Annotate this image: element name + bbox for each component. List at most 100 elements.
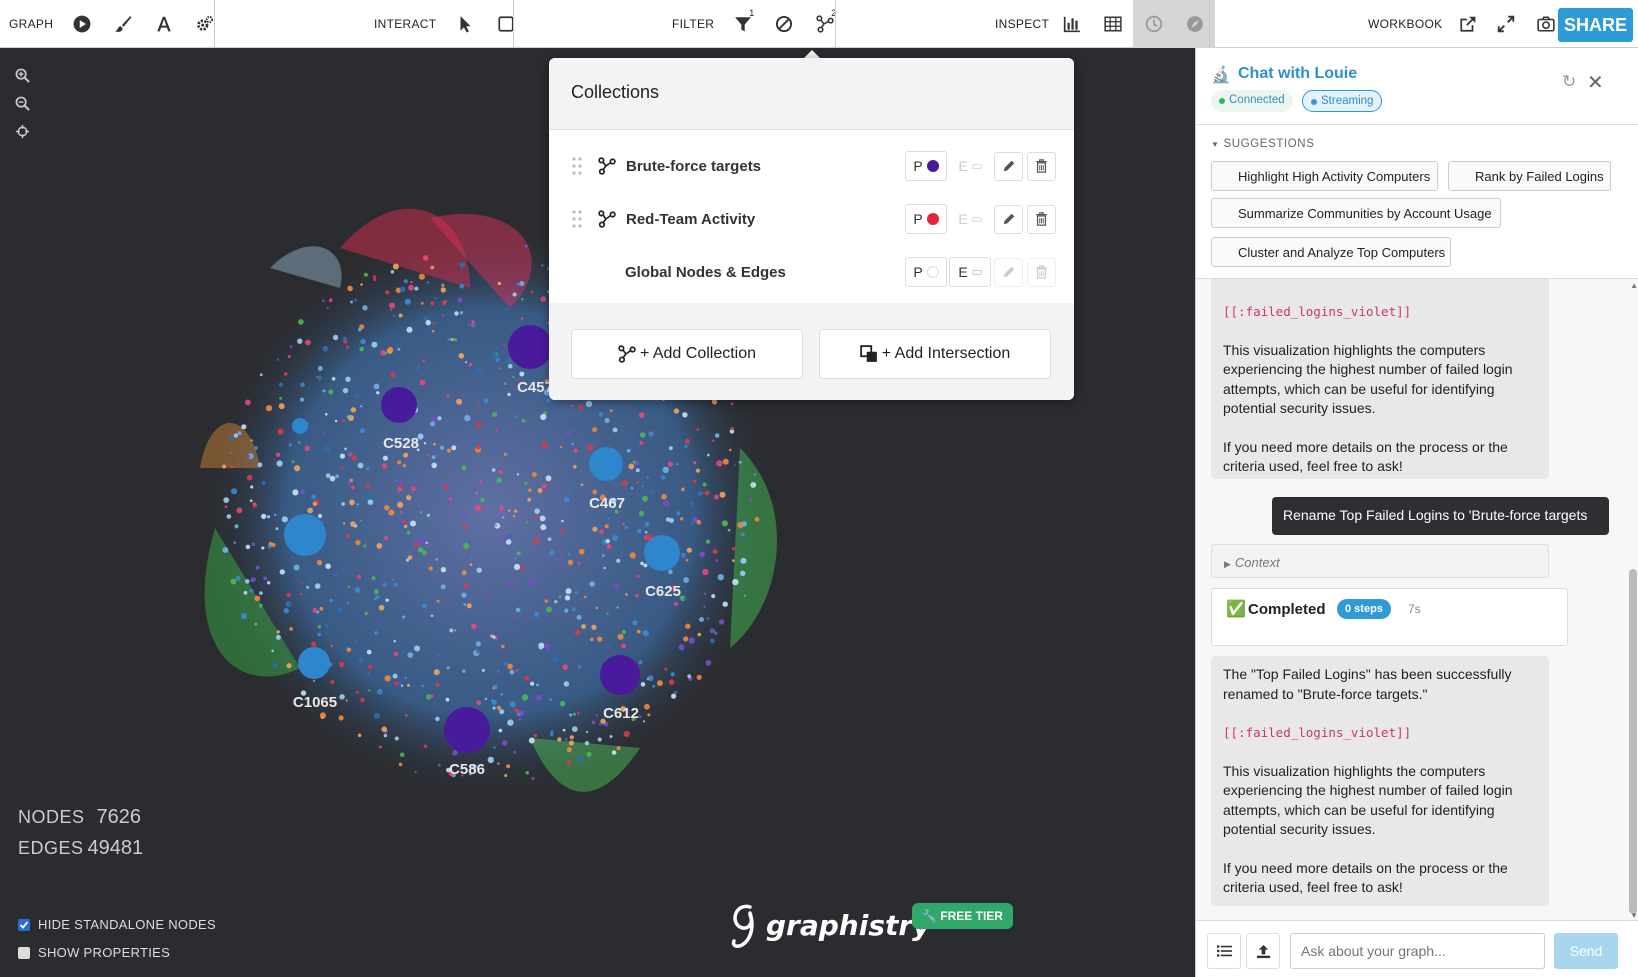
graph-small-node[interactable] bbox=[597, 636, 603, 642]
graph-small-node[interactable] bbox=[397, 347, 401, 351]
graph-small-node[interactable] bbox=[454, 311, 459, 316]
graph-small-node[interactable] bbox=[307, 507, 313, 514]
graph-small-node[interactable] bbox=[635, 468, 640, 473]
graph-small-node[interactable] bbox=[714, 433, 720, 438]
graph-small-node[interactable] bbox=[509, 669, 515, 675]
graph-node-c1065[interactable] bbox=[298, 647, 330, 679]
show-properties-checkbox[interactable]: SHOW PROPERTIES bbox=[18, 945, 170, 960]
graph-small-node[interactable] bbox=[381, 463, 388, 469]
graph-small-node[interactable] bbox=[597, 737, 602, 742]
graph-small-node[interactable] bbox=[753, 473, 757, 477]
graph-small-node[interactable] bbox=[500, 505, 504, 510]
graph-small-node[interactable] bbox=[263, 576, 268, 581]
graph-small-node[interactable] bbox=[496, 477, 502, 483]
graph-small-node[interactable] bbox=[487, 756, 494, 764]
graph-small-node[interactable] bbox=[454, 629, 457, 632]
graph-small-node[interactable] bbox=[356, 690, 359, 694]
graph-small-node[interactable] bbox=[474, 505, 481, 512]
graph-small-node[interactable] bbox=[644, 531, 648, 534]
graph-small-node[interactable] bbox=[368, 689, 371, 692]
graph-small-node[interactable] bbox=[562, 728, 566, 732]
graph-small-node[interactable] bbox=[366, 466, 370, 471]
graph-small-node[interactable] bbox=[571, 726, 578, 732]
graph-small-node[interactable] bbox=[265, 405, 273, 412]
graph-small-node[interactable] bbox=[344, 447, 347, 451]
table-button[interactable] bbox=[1092, 0, 1133, 48]
graph-small-node[interactable] bbox=[393, 640, 396, 643]
graph-small-node[interactable] bbox=[668, 446, 673, 451]
graph-small-node[interactable] bbox=[286, 663, 292, 669]
graph-small-node[interactable] bbox=[390, 270, 395, 274]
graph-small-node[interactable] bbox=[288, 443, 293, 447]
graph-small-node[interactable] bbox=[533, 537, 540, 544]
hide-standalone-checkbox[interactable]: HIDE STANDALONE NODES bbox=[18, 917, 216, 932]
graph-small-node[interactable] bbox=[546, 606, 552, 613]
graph-small-node[interactable] bbox=[486, 596, 489, 600]
graph-small-node[interactable] bbox=[641, 485, 644, 488]
graph-small-node[interactable] bbox=[540, 413, 547, 421]
graph-small-node[interactable] bbox=[272, 662, 278, 668]
graph-small-node[interactable] bbox=[249, 499, 253, 503]
history-button[interactable] bbox=[1207, 933, 1241, 969]
graph-small-node[interactable] bbox=[330, 644, 334, 648]
graph-small-node[interactable] bbox=[314, 583, 321, 589]
graph-small-node[interactable] bbox=[674, 601, 679, 607]
graph-small-node[interactable] bbox=[350, 300, 353, 304]
graph-small-node[interactable] bbox=[519, 565, 525, 570]
graph-small-node[interactable] bbox=[639, 519, 643, 523]
graph-small-node[interactable] bbox=[616, 746, 621, 751]
graph-small-node[interactable] bbox=[377, 688, 383, 695]
graph-small-node[interactable] bbox=[491, 468, 496, 472]
graph-node[interactable] bbox=[284, 514, 326, 556]
graph-small-node[interactable] bbox=[547, 537, 552, 541]
graph-small-node[interactable] bbox=[495, 346, 498, 350]
graph-small-node[interactable] bbox=[360, 283, 363, 286]
graph-small-node[interactable] bbox=[541, 483, 547, 489]
graph-small-node[interactable] bbox=[599, 529, 604, 534]
graph-small-node[interactable] bbox=[504, 662, 507, 666]
graph-small-node[interactable] bbox=[683, 577, 689, 583]
graph-small-node[interactable] bbox=[366, 649, 372, 655]
graph-small-node[interactable] bbox=[616, 558, 621, 563]
graph-small-node[interactable] bbox=[278, 403, 285, 410]
graph-small-node[interactable] bbox=[325, 412, 328, 416]
chat-input[interactable] bbox=[1290, 933, 1545, 969]
graph-small-node[interactable] bbox=[586, 730, 589, 734]
suggestion-button[interactable]: Highlight High Activity Computers bbox=[1211, 161, 1438, 191]
graph-small-node[interactable] bbox=[346, 647, 352, 653]
graph-small-node[interactable] bbox=[461, 570, 467, 576]
graph-small-node[interactable] bbox=[705, 659, 712, 666]
graph-small-node[interactable] bbox=[431, 455, 436, 460]
graph-small-node[interactable] bbox=[298, 319, 304, 325]
graph-small-node[interactable] bbox=[330, 680, 335, 684]
graph-small-node[interactable] bbox=[687, 674, 692, 679]
graph-small-node[interactable] bbox=[433, 442, 436, 446]
graph-small-node[interactable] bbox=[301, 582, 304, 584]
graph-small-node[interactable] bbox=[449, 628, 454, 633]
graph-small-node[interactable] bbox=[525, 771, 529, 775]
graph-node-c467[interactable] bbox=[589, 447, 623, 481]
graph-small-node[interactable] bbox=[573, 712, 576, 716]
graph-small-node[interactable] bbox=[458, 353, 465, 359]
graph-small-node[interactable] bbox=[392, 673, 398, 679]
graph-small-node[interactable] bbox=[682, 412, 688, 418]
graph-small-node[interactable] bbox=[571, 442, 574, 446]
graph-small-node[interactable] bbox=[347, 450, 352, 455]
graph-small-node[interactable] bbox=[576, 756, 583, 763]
graph-small-node[interactable] bbox=[699, 551, 706, 558]
graph-small-node[interactable] bbox=[709, 638, 715, 644]
collection-row-red-team[interactable]: Red-Team Activity P E bbox=[549, 194, 1074, 244]
graph-small-node[interactable] bbox=[507, 719, 514, 726]
graph-small-node[interactable] bbox=[515, 607, 521, 613]
graph-small-node[interactable] bbox=[683, 597, 687, 601]
graph-small-node[interactable] bbox=[642, 630, 649, 637]
graph-small-node[interactable] bbox=[475, 492, 478, 495]
graph-small-node[interactable] bbox=[536, 683, 539, 687]
graph-small-node[interactable] bbox=[621, 643, 626, 649]
graph-small-node[interactable] bbox=[371, 341, 378, 348]
graph-small-node[interactable] bbox=[360, 338, 366, 345]
graph-small-node[interactable] bbox=[673, 691, 678, 695]
graph-small-node[interactable] bbox=[541, 442, 548, 449]
graph-small-node[interactable] bbox=[530, 681, 535, 686]
graph-small-node[interactable] bbox=[346, 345, 349, 349]
